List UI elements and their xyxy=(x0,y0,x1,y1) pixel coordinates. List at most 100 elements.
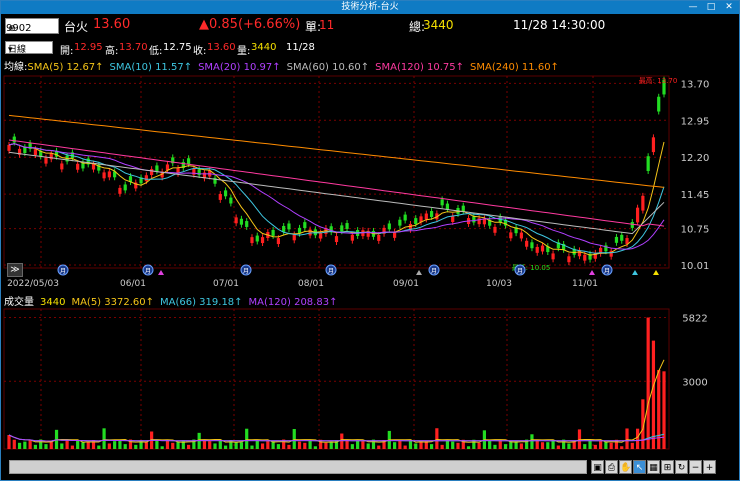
candle-body xyxy=(630,222,634,228)
close-button[interactable]: ✕ xyxy=(721,1,737,14)
candle-body xyxy=(551,253,555,260)
pointer-tool[interactable]: ↖ xyxy=(633,460,646,474)
volume-bar xyxy=(366,443,370,449)
volume-bar xyxy=(91,439,96,449)
candle-body xyxy=(282,225,286,232)
volume-bar xyxy=(81,442,85,449)
print-tool[interactable]: ⎙ xyxy=(605,460,618,474)
volume-bar xyxy=(377,445,381,449)
candle-body xyxy=(651,137,656,153)
high-label: 高: xyxy=(105,46,119,57)
candle-body xyxy=(440,199,444,206)
price-chart[interactable]: 13.70 12.95 12.20 11.45 10.75 10.01 2022/05/03… xyxy=(1,72,739,290)
minimize-button[interactable]: — xyxy=(685,1,701,14)
volume-bar xyxy=(451,441,455,449)
ohlc-bar: 日線 ▾ 開: 12.95 高: 13.70 低: 12.75 收: 13.60 … xyxy=(1,40,739,57)
volume-bar xyxy=(213,443,217,449)
candle-body xyxy=(472,216,476,223)
refresh-tool[interactable]: ↻ xyxy=(675,460,688,474)
date-tick-label: 08/01 xyxy=(298,279,324,289)
date-tick-label: 2022/05/03 xyxy=(7,279,59,289)
candle-body xyxy=(76,163,80,170)
month-marker-label: 月 xyxy=(60,268,66,275)
volume-bar xyxy=(208,441,212,449)
volume-bar xyxy=(546,442,550,449)
candle-body xyxy=(245,221,249,227)
volume-bar xyxy=(540,442,545,449)
hand-tool[interactable]: ✋ xyxy=(619,460,632,474)
volume-bar xyxy=(234,442,238,449)
volume-bar xyxy=(646,317,650,449)
candle-body xyxy=(535,246,539,253)
volume-plot-frame xyxy=(3,308,670,450)
stock-name: 台火 xyxy=(64,20,89,34)
candle-body xyxy=(107,171,111,178)
event-marker[interactable] xyxy=(589,270,595,275)
event-marker[interactable] xyxy=(632,270,638,275)
date-tick-label: 07/01 xyxy=(213,279,239,289)
event-marker[interactable] xyxy=(653,270,659,275)
volume-bar xyxy=(456,442,460,449)
chart-tools: ▣ ⎙ ✋ ↖ ▦ ⊞ ↻ − + xyxy=(591,460,716,474)
candle-body xyxy=(234,217,238,224)
event-marker[interactable] xyxy=(158,270,164,275)
candle-body xyxy=(250,237,254,244)
price-tick-label: 12.95 xyxy=(681,116,710,127)
volume-bar xyxy=(76,439,80,449)
volume-bar xyxy=(303,442,307,449)
event-marker[interactable] xyxy=(416,270,422,275)
period-select[interactable]: 日線 ▾ xyxy=(5,41,53,55)
candle-body xyxy=(255,235,259,242)
candle-body xyxy=(186,158,191,165)
month-marker-label: 月 xyxy=(328,268,334,275)
volume-tick-label: 5822 xyxy=(682,314,707,325)
candle-body xyxy=(530,242,534,249)
candle-body xyxy=(509,232,513,239)
volume-bar xyxy=(583,444,587,449)
crosshair-tool[interactable]: ⊞ xyxy=(661,460,674,474)
candle-body xyxy=(646,156,650,172)
volume-bar xyxy=(488,440,492,449)
volume-chart[interactable]: 5822 3000 xyxy=(1,307,739,457)
volume-bar xyxy=(477,442,481,449)
volume-bar xyxy=(535,439,539,449)
volume-ma-line xyxy=(8,359,665,443)
candle-body xyxy=(525,240,529,247)
price-tick-label: 11.45 xyxy=(681,190,710,201)
volume-bar xyxy=(17,442,22,449)
zoom-out-tool[interactable]: − xyxy=(689,460,702,474)
stock-code-input[interactable]: ⊕ 9902 xyxy=(5,18,59,34)
candle-body xyxy=(60,163,64,170)
price-change: ▲0.85(+6.66%) xyxy=(199,17,301,32)
candle-body xyxy=(102,172,106,179)
candle-body xyxy=(239,218,244,225)
save-tool[interactable]: ▣ xyxy=(591,460,604,474)
total-volume-value: 3440 xyxy=(423,18,454,32)
volume-bar xyxy=(223,445,228,449)
volume-bar xyxy=(657,369,661,449)
price-tick-label: 10.01 xyxy=(681,261,710,272)
horizontal-scrollbar[interactable] xyxy=(9,460,587,474)
maximize-button[interactable]: □ xyxy=(703,1,719,14)
volume-bar xyxy=(181,440,185,449)
volume-bar xyxy=(176,441,180,449)
chevron-down-icon: ▾ xyxy=(8,45,13,55)
price-tick-label: 10.75 xyxy=(681,225,710,236)
expand-button[interactable]: ≫ xyxy=(7,263,23,277)
grid-tool[interactable]: ▦ xyxy=(647,460,660,474)
candle-body xyxy=(567,256,571,263)
candle-body xyxy=(303,222,307,229)
volume-value: 3440 xyxy=(251,42,277,53)
candle-body xyxy=(223,190,228,197)
volume-bar xyxy=(44,444,48,449)
candle-body xyxy=(403,214,407,221)
candle-body xyxy=(387,223,391,230)
volume-bar xyxy=(435,428,439,449)
zoom-in-tool[interactable]: + xyxy=(703,460,716,474)
high-value: 13.70 xyxy=(119,42,148,53)
volume-bar xyxy=(239,442,244,449)
open-value: 12.95 xyxy=(74,42,103,53)
candle-body xyxy=(398,219,402,226)
volume-bar xyxy=(160,446,164,449)
volume-bar xyxy=(266,441,270,449)
